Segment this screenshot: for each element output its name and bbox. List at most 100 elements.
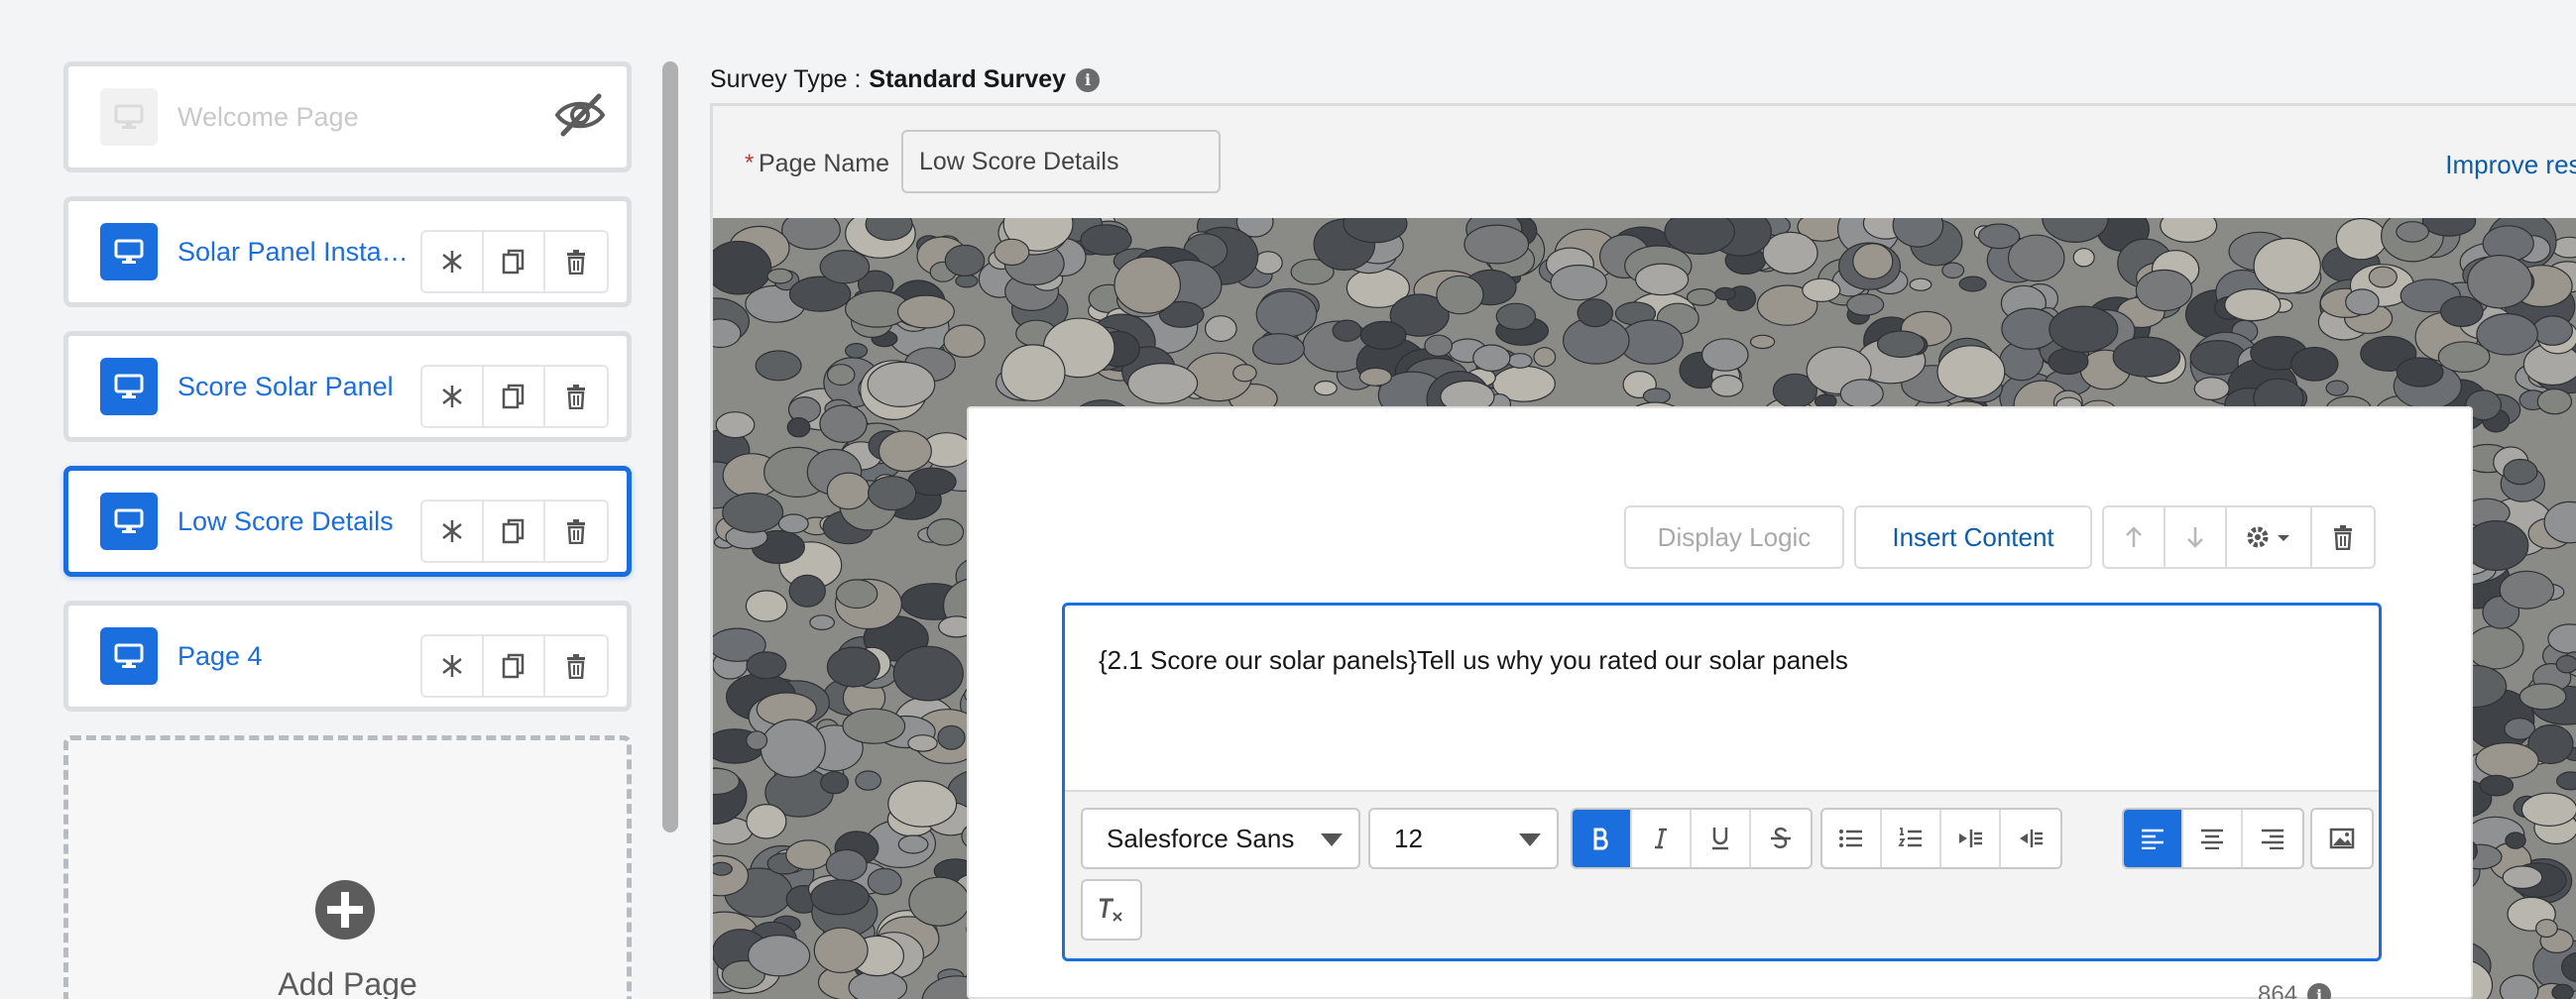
desktop-icon [100,88,158,146]
pebble [747,935,811,977]
font-family-select[interactable]: Salesforce Sans [1081,808,1360,869]
pebble [746,730,768,750]
align-right-icon[interactable] [2243,810,2302,867]
branch-icon[interactable] [422,501,484,561]
page-name-label: Page Name [759,150,890,177]
sidebar-scrollbar[interactable] [662,61,678,832]
page-name-input[interactable]: Low Score Details [901,130,1221,193]
insert-content-button[interactable]: Insert Content [1854,505,2092,569]
pebble [1958,276,1987,292]
strikethrough-icon[interactable] [1751,810,1811,867]
pebble [943,324,986,359]
align-center-icon[interactable] [2183,810,2243,867]
pebble [810,879,870,916]
question-text[interactable]: {2.1 Score our solar panels}Tell us why … [1099,645,1848,676]
bullet-list-icon[interactable] [1822,810,1882,867]
page-card-solar-panel-install[interactable]: Solar Panel Install... [63,196,632,307]
arrow-up-icon[interactable] [2104,507,2166,567]
clear-formatting-icon[interactable] [1081,879,1142,941]
pebble [855,770,882,791]
trash-icon[interactable] [545,367,607,426]
desktop-icon [100,223,158,280]
copy-icon[interactable] [484,636,545,696]
pebble [835,579,878,610]
pebble [746,651,787,680]
pebble [896,294,955,329]
underline-icon[interactable] [1692,810,1751,867]
branch-icon[interactable] [422,367,484,426]
arrow-down-icon[interactable] [2166,507,2227,567]
pebble [1839,379,1884,409]
pebble [2345,288,2380,316]
pebble [2502,865,2543,890]
pebble [887,780,958,828]
pebble [1255,290,1318,338]
pebble [1802,278,1841,303]
pebble [867,476,917,511]
pebble [781,218,841,251]
page-card-page-4[interactable]: Page 4 [63,601,632,712]
pebble [722,492,784,533]
italic-icon[interactable] [1632,810,1692,867]
pebble [867,867,902,896]
pebble [2224,287,2282,322]
trash-icon[interactable] [545,636,607,696]
pebble [1936,345,2006,399]
align-left-icon[interactable] [2124,810,2183,867]
add-page-button[interactable]: Add Page [63,735,632,999]
pebble [2049,305,2119,353]
rich-text-editor[interactable]: {2.1 Score our solar panels}Tell us why … [1062,603,2382,961]
page-card-low-score-details[interactable]: Low Score Details [63,466,632,577]
page-card-score-solar-panel[interactable]: Score Solar Panel [63,331,632,442]
pebble [2499,974,2539,999]
chevron-down-icon [1321,833,1343,846]
eye-slash-icon[interactable] [553,90,607,145]
indent-decrease-icon[interactable] [1941,810,2001,867]
pebble [820,771,850,795]
bold-icon[interactable] [1573,810,1632,867]
pebble [2439,295,2484,328]
trash-icon[interactable] [2312,507,2374,567]
page-list: Welcome Page Solar Panel Install... Scor… [63,61,632,999]
pebble [842,708,906,744]
branch-icon[interactable] [422,636,484,696]
copy-icon[interactable] [484,501,545,561]
pebble [745,590,788,622]
pebble [1749,334,1776,350]
indent-increase-icon[interactable] [2001,810,2060,867]
survey-type-label: Survey Type : [710,65,862,93]
pebble [1642,388,1672,404]
trash-icon[interactable] [545,501,607,561]
pebble [2479,774,2515,797]
numbered-list-icon[interactable] [1882,810,1941,867]
pebble [1710,375,1744,397]
page-card-welcome[interactable]: Welcome Page [63,61,632,172]
pebble [1846,293,1885,316]
pebble [2368,266,2398,288]
pebble [2072,248,2095,268]
pebble [746,803,787,839]
pebble [826,472,871,510]
copy-icon[interactable] [484,232,545,291]
page-card-label: Low Score Details [177,505,394,536]
pebble [760,719,826,778]
list-indent-group [1820,808,2062,869]
desktop-icon [100,358,158,415]
pebble [2466,625,2524,670]
copy-icon[interactable] [484,367,545,426]
trash-icon[interactable] [545,232,607,291]
display-logic-button[interactable]: Display Logic [1624,505,1844,569]
branch-icon[interactable] [422,232,484,291]
pebble [825,848,868,882]
info-icon[interactable]: i [1076,67,1101,92]
pebble [755,350,802,382]
image-icon[interactable] [2312,810,2372,867]
pebble [1533,347,1557,368]
improve-link[interactable]: Improve resp [2445,150,2576,180]
info-icon[interactable]: i [2307,983,2332,999]
pebble [2518,683,2567,711]
font-size-select[interactable]: 12 [1368,808,1559,869]
page-card-label: Page 4 [177,640,263,671]
pebble [1358,367,1393,387]
gear-dropdown[interactable] [2227,507,2312,567]
